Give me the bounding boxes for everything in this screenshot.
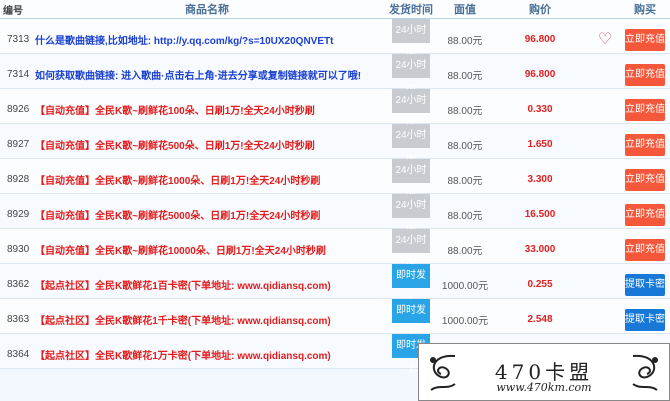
purchase-price: 0.330 xyxy=(527,104,553,115)
buy-now-button[interactable]: 立即充值 xyxy=(625,98,665,121)
delivery-badge: 即时发卡 xyxy=(392,299,430,340)
table-row: 8929 【自动充值】全民K歌~刷鲜花5000朵、日刷1万!全天24小时秒刷 2… xyxy=(0,194,670,235)
face-value: 88.00元 xyxy=(447,71,483,82)
product-name[interactable]: 【自动充值】全民K歌~刷鲜花5000朵、日刷1万!全天24小时秒刷 xyxy=(32,207,382,222)
buy-now-button[interactable]: 立即充值 xyxy=(625,133,665,156)
purchase-price: 1.650 xyxy=(527,139,553,150)
product-name[interactable]: 【起点社区】全民K歌鲜花1万卡密(下单地址: www.qidiansq.com) xyxy=(32,347,382,362)
face-value: 88.00元 xyxy=(447,36,483,47)
face-value: 1000.00元 xyxy=(441,316,489,327)
purchase-price: 3.300 xyxy=(527,174,553,185)
face-value: 88.00元 xyxy=(447,211,483,222)
purchase-price: 2.548 xyxy=(527,314,553,325)
table-row: 8926 【自动充值】全民K歌~刷鲜花100朵、日刷1万!全天24小时秒刷 24… xyxy=(0,89,670,130)
table-row: 8928 【自动充值】全民K歌~刷鲜花1000朵、日刷1万!全天24小时秒刷 2… xyxy=(0,159,670,200)
purchase-price: 0.255 xyxy=(527,279,553,290)
row-id: 8364 xyxy=(7,349,30,360)
face-value: 88.00元 xyxy=(447,246,483,257)
buy-now-button[interactable]: 立即充值 xyxy=(625,63,665,86)
swirl-ornament-icon xyxy=(632,354,658,391)
table-row: 8930 【自动充值】全民K歌~刷鲜花10000朵、日刷1万!全天24小时秒刷 … xyxy=(0,229,670,270)
row-id: 7313 xyxy=(7,34,30,45)
product-name[interactable]: 【自动充值】全民K歌~刷鲜花500朵、日刷1万!全天24小时秒刷 xyxy=(32,137,382,152)
table-row: 7313 什么是歌曲链接,比如地址: http://y.qq.com/kg/?s… xyxy=(0,19,670,60)
table-header: 编号 商品名称 发货时间 面值 购价 购买 xyxy=(0,0,670,19)
row-id: 8930 xyxy=(7,244,30,255)
row-id: 8928 xyxy=(7,174,30,185)
buy-now-button[interactable]: 立即充值 xyxy=(625,203,665,226)
face-value: 88.00元 xyxy=(447,106,483,117)
table-row: 8363 【起点社区】全民K歌鲜花1千卡密(下单地址: www.qidiansq… xyxy=(0,299,670,340)
face-value: 88.00元 xyxy=(447,141,483,152)
table-row: 8362 【起点社区】全民K歌鲜花1百卡密(下单地址: www.qidiansq… xyxy=(0,264,670,305)
row-id: 8927 xyxy=(7,139,30,150)
header-name: 商品名称 xyxy=(185,4,229,16)
row-id: 8362 xyxy=(7,279,30,290)
purchase-price: 96.800 xyxy=(524,34,556,45)
delivery-badge: 24小时内 xyxy=(392,194,430,235)
delivery-badge: 即时发卡 xyxy=(392,264,430,305)
row-id: 8926 xyxy=(7,104,30,115)
delivery-badge: 24小时内 xyxy=(392,19,430,60)
row-id: 8363 xyxy=(7,314,30,325)
delivery-badge: 24小时内 xyxy=(392,124,430,165)
product-name[interactable]: 【自动充值】全民K歌~刷鲜花1000朵、日刷1万!全天24小时秒刷 xyxy=(32,172,382,187)
row-id: 7314 xyxy=(7,69,30,80)
delivery-badge: 24小时内 xyxy=(392,229,430,270)
delivery-badge: 24小时内 xyxy=(392,159,430,200)
product-name[interactable]: 【自动充值】全民K歌~刷鲜花10000朵、日刷1万!全天24小时秒刷 xyxy=(32,242,382,257)
header-time: 发货时间 xyxy=(389,4,433,16)
purchase-price: 96.800 xyxy=(524,69,556,80)
face-value: 1000.00元 xyxy=(441,281,489,292)
watermark-logo: 470卡盟 www.470km.com xyxy=(418,343,670,401)
extract-card-button[interactable]: 提取卡密 xyxy=(625,273,665,296)
header-buy: 购买 xyxy=(634,4,656,16)
product-table: 编号 商品名称 发货时间 面值 购价 购买 7313 什么是歌曲链接,比如地址:… xyxy=(0,0,670,375)
purchase-price: 16.500 xyxy=(524,209,556,220)
product-name[interactable]: 【起点社区】全民K歌鲜花1百卡密(下单地址: www.qidiansq.com) xyxy=(32,277,382,292)
buy-now-button[interactable]: 立即充值 xyxy=(625,28,665,51)
header-face: 面值 xyxy=(454,4,476,16)
table-row: 7314 如何获取歌曲链接: 进入歌曲·点击右上角·进去分享或复制链接就可以了哦… xyxy=(0,54,670,95)
delivery-badge: 24小时内 xyxy=(392,89,430,130)
buy-now-button[interactable]: 立即充值 xyxy=(625,168,665,191)
header-price: 购价 xyxy=(529,4,551,16)
buy-now-button[interactable]: 立即充值 xyxy=(625,238,665,261)
heart-outline-icon[interactable]: ♡ xyxy=(598,31,612,48)
product-name[interactable]: 【自动充值】全民K歌~刷鲜花100朵、日刷1万!全天24小时秒刷 xyxy=(32,102,382,117)
product-name[interactable]: 什么是歌曲链接,比如地址: http://y.qq.com/kg/?s=10UX… xyxy=(32,32,382,47)
header-id: 编号 xyxy=(3,5,23,17)
table-row: 8927 【自动充值】全民K歌~刷鲜花500朵、日刷1万!全天24小时秒刷 24… xyxy=(0,124,670,165)
favorite-cell: ♡ xyxy=(590,31,620,48)
extract-card-button[interactable]: 提取卡密 xyxy=(625,308,665,331)
row-id: 8929 xyxy=(7,209,30,220)
delivery-badge: 24小时内 xyxy=(392,54,430,95)
product-name[interactable]: 如何获取歌曲链接: 进入歌曲·点击右上角·进去分享或复制链接就可以了哦! xyxy=(32,67,382,82)
purchase-price: 33.000 xyxy=(524,244,556,255)
product-name[interactable]: 【起点社区】全民K歌鲜花1千卡密(下单地址: www.qidiansq.com) xyxy=(32,312,382,327)
face-value: 88.00元 xyxy=(447,176,483,187)
